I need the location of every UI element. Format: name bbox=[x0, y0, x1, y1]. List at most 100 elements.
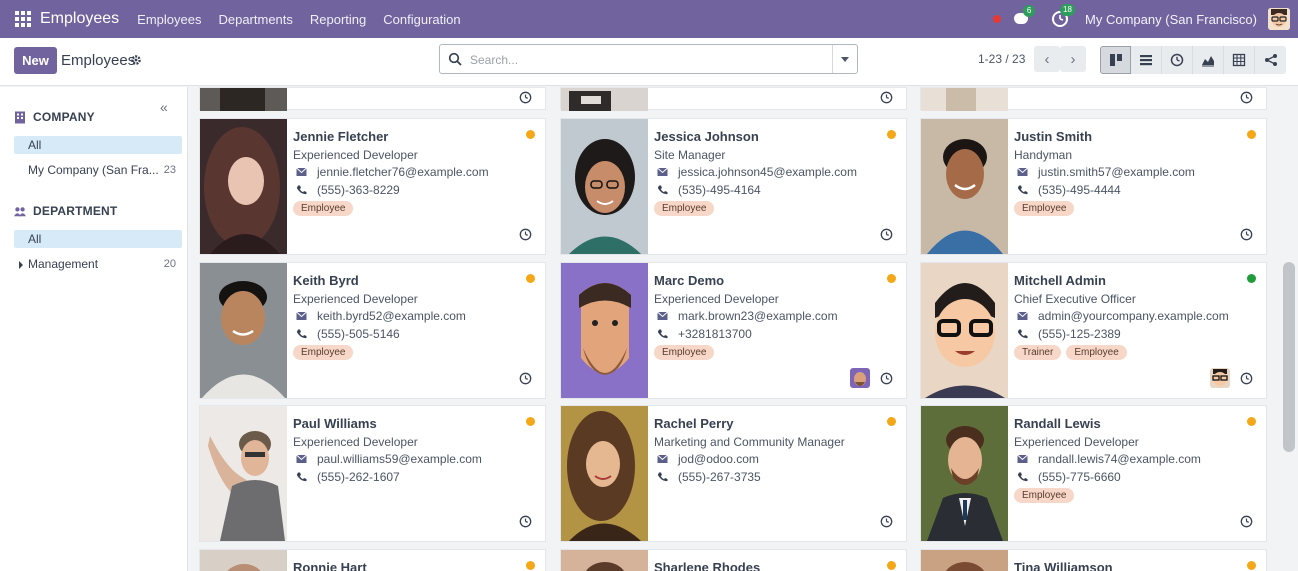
kanban-card-employee[interactable]: Mitchell Admin Chief Executive Officer a… bbox=[920, 262, 1267, 399]
kanban-card-employee[interactable]: Keith Byrd Experienced Developer keith.b… bbox=[199, 262, 546, 399]
apps-menu-icon[interactable] bbox=[15, 11, 31, 27]
tag: Employee bbox=[654, 201, 715, 216]
kanban-card-employee[interactable]: Rachel Perry Marketing and Community Man… bbox=[560, 405, 907, 542]
kanban-card-employee[interactable]: Randall Lewis Experienced Developer rand… bbox=[920, 405, 1267, 542]
new-button[interactable]: New bbox=[14, 47, 57, 74]
kanban-card-employee[interactable]: Justin Smith Handyman justin.smith57@exa… bbox=[920, 118, 1267, 255]
scrollbar-thumb[interactable] bbox=[1283, 262, 1295, 452]
phone-icon bbox=[657, 329, 668, 339]
user-avatar[interactable] bbox=[1268, 8, 1290, 30]
employee-email-row: mark.brown23@example.com bbox=[657, 309, 838, 323]
employee-email: jessica.johnson45@example.com bbox=[678, 165, 857, 179]
department-filter-management[interactable]: Management 20 bbox=[14, 255, 182, 273]
department-filter-all[interactable]: All bbox=[14, 230, 182, 248]
employee-phone: (555)-262-1607 bbox=[317, 470, 400, 484]
graph-view-button[interactable] bbox=[1193, 46, 1224, 74]
kanban-view-button[interactable] bbox=[1100, 46, 1131, 74]
users-icon bbox=[14, 206, 26, 216]
search-input[interactable] bbox=[470, 50, 830, 69]
clock-icon[interactable] bbox=[519, 515, 532, 528]
employee-photo bbox=[200, 119, 287, 254]
envelope-icon bbox=[296, 167, 307, 176]
employee-tags: Employee bbox=[654, 345, 715, 360]
manager-avatar[interactable] bbox=[1210, 368, 1230, 388]
employee-job-title: Handyman bbox=[1014, 148, 1073, 162]
employee-email-row: randall.lewis74@example.com bbox=[1017, 452, 1201, 466]
menu-reporting[interactable]: Reporting bbox=[310, 12, 366, 27]
kanban-view: Jennie Fletcher Experienced Developer je… bbox=[189, 87, 1281, 571]
clock-icon[interactable] bbox=[1240, 515, 1253, 528]
hierarchy-view-button[interactable] bbox=[1255, 46, 1286, 74]
filter-label: All bbox=[28, 232, 42, 246]
company-heading-label: COMPANY bbox=[33, 110, 95, 124]
company-filter-all[interactable]: All bbox=[14, 136, 182, 154]
employee-name: Paul Williams bbox=[293, 416, 377, 431]
search-icon bbox=[448, 52, 462, 66]
clock-icon[interactable] bbox=[519, 228, 532, 241]
filter-count: 23 bbox=[163, 164, 176, 176]
list-view-button[interactable] bbox=[1131, 46, 1162, 74]
gear-icon[interactable] bbox=[130, 54, 142, 66]
kanban-card-employee[interactable]: Paul Williams Experienced Developer paul… bbox=[199, 405, 546, 542]
activity-view-button[interactable] bbox=[1162, 46, 1193, 74]
envelope-icon bbox=[1017, 311, 1028, 320]
search-options-toggle[interactable] bbox=[832, 45, 857, 73]
clock-icon[interactable] bbox=[880, 372, 893, 385]
kanban-card-partial[interactable] bbox=[920, 87, 1267, 111]
clock-icon bbox=[1170, 53, 1184, 67]
kanban-card-employee[interactable]: Jennie Fletcher Experienced Developer je… bbox=[199, 118, 546, 255]
pager-next-button[interactable]: › bbox=[1060, 46, 1086, 72]
menu-departments[interactable]: Departments bbox=[218, 12, 292, 27]
clock-icon[interactable] bbox=[880, 91, 893, 104]
clock-icon[interactable] bbox=[880, 515, 893, 528]
kanban-card-partial[interactable] bbox=[199, 87, 546, 111]
presence-status-dot bbox=[887, 130, 896, 139]
kanban-card-employee[interactable]: Jessica Johnson Site Manager jessica.joh… bbox=[560, 118, 907, 255]
manager-avatar[interactable] bbox=[850, 368, 870, 388]
clock-icon[interactable] bbox=[880, 228, 893, 241]
app-name[interactable]: Employees bbox=[40, 10, 119, 28]
pivot-view-button[interactable] bbox=[1224, 46, 1255, 74]
presence-status-dot bbox=[887, 417, 896, 426]
employee-email-row: admin@yourcompany.example.com bbox=[1017, 309, 1229, 323]
messages-count-badge: 6 bbox=[1023, 5, 1036, 17]
clock-icon[interactable] bbox=[1240, 228, 1253, 241]
kanban-card-employee[interactable]: Ronnie Hart bbox=[199, 549, 546, 571]
phone-icon bbox=[1017, 472, 1028, 482]
company-filter-my-company[interactable]: My Company (San Fra... 23 bbox=[14, 161, 182, 179]
caret-right-icon[interactable] bbox=[19, 261, 23, 269]
clock-icon[interactable] bbox=[519, 91, 532, 104]
table-icon bbox=[1232, 53, 1246, 67]
employee-tags: Trainer Employee bbox=[1014, 345, 1127, 360]
employee-photo bbox=[561, 119, 648, 254]
activities-clock-icon[interactable]: 18 bbox=[1052, 4, 1075, 27]
clock-icon[interactable] bbox=[1240, 372, 1253, 385]
filter-label: All bbox=[28, 138, 42, 152]
kanban-card-employee[interactable]: Tina Williamson bbox=[920, 549, 1267, 571]
menu-employees[interactable]: Employees bbox=[137, 12, 201, 27]
presence-status-dot bbox=[887, 561, 896, 570]
employee-job-title: Experienced Developer bbox=[1014, 435, 1139, 449]
pager-previous-button[interactable]: ‹ bbox=[1034, 46, 1060, 72]
envelope-icon bbox=[657, 167, 668, 176]
kanban-card-partial[interactable] bbox=[560, 87, 907, 111]
tag: Employee bbox=[1014, 201, 1075, 216]
kanban-card-employee[interactable]: Sharlene Rhodes bbox=[560, 549, 907, 571]
menu-configuration[interactable]: Configuration bbox=[383, 12, 460, 27]
employee-phone-row: (535)-495-4164 bbox=[657, 183, 761, 197]
messages-icon[interactable]: 6 bbox=[1014, 5, 1036, 26]
employee-job-title: Experienced Developer bbox=[654, 292, 779, 306]
collapse-panel-icon[interactable]: « bbox=[160, 99, 168, 115]
kanban-card-employee[interactable]: Marc Demo Experienced Developer mark.bro… bbox=[560, 262, 907, 399]
company-switcher[interactable]: My Company (San Francisco) bbox=[1085, 12, 1257, 27]
search-box[interactable] bbox=[439, 44, 858, 74]
pager-value[interactable]: 1-23 / 23 bbox=[978, 52, 1025, 66]
employee-name: Mitchell Admin bbox=[1014, 273, 1106, 288]
clock-icon[interactable] bbox=[1240, 91, 1253, 104]
clock-icon[interactable] bbox=[519, 372, 532, 385]
employee-job-title: Chief Executive Officer bbox=[1014, 292, 1136, 306]
department-section-heading: DEPARTMENT bbox=[14, 204, 117, 218]
employee-tags: Employee bbox=[654, 201, 715, 216]
envelope-icon bbox=[657, 454, 668, 463]
employee-email-row: jod@odoo.com bbox=[657, 452, 759, 466]
